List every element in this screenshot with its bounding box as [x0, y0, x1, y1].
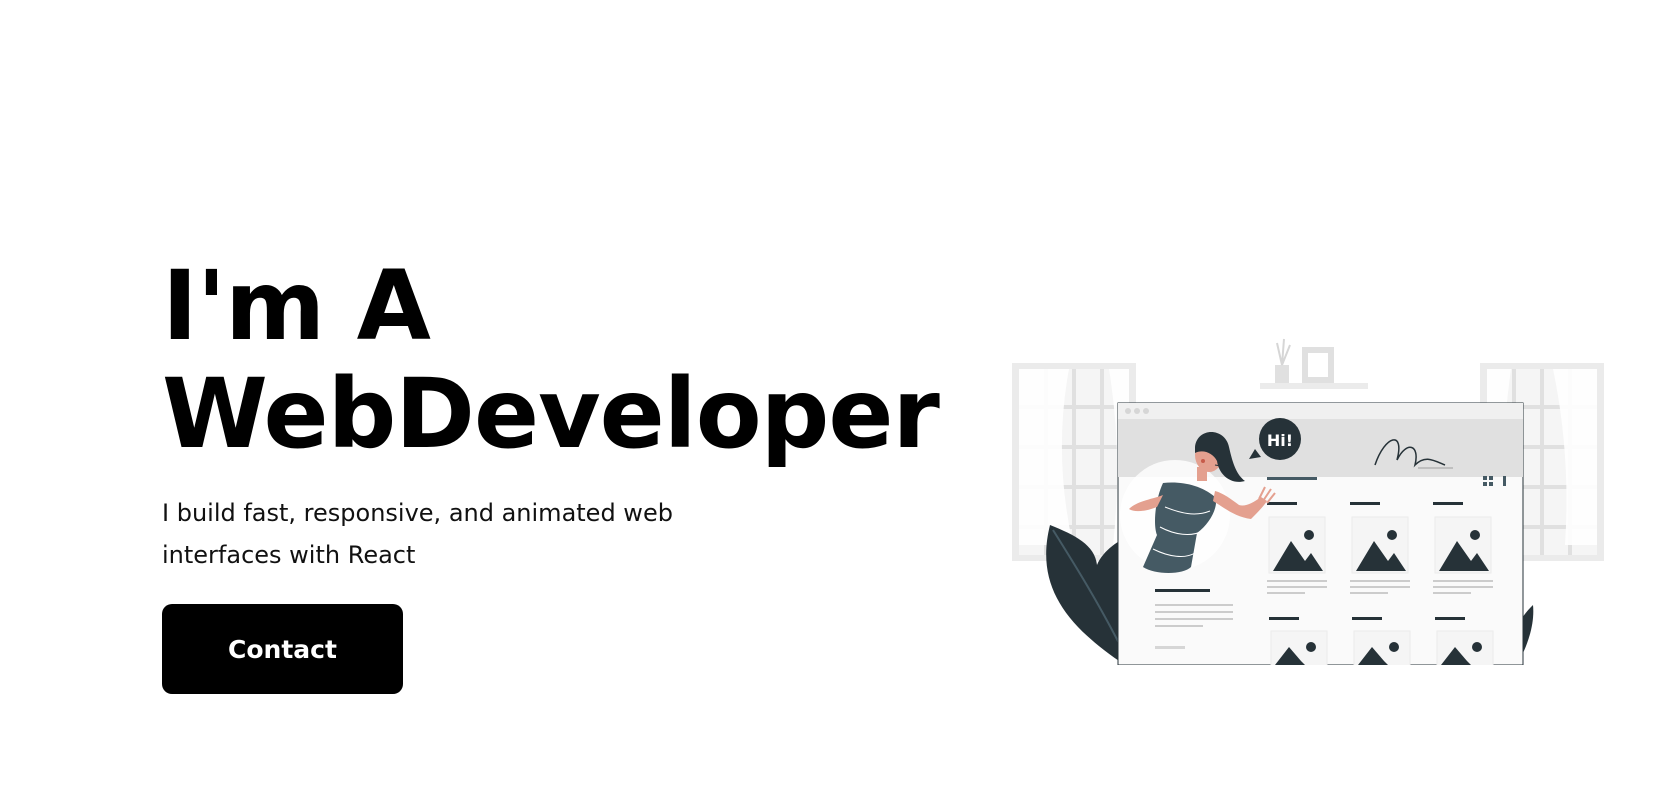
shelf-graphic — [1260, 338, 1368, 389]
hero-page: I'm A WebDeveloper I build fast, respons… — [0, 0, 1679, 811]
speech-bubble-text: Hi! — [1267, 431, 1293, 450]
hero-title-line-1: I'm A — [162, 250, 431, 362]
hero-subtitle: I build fast, responsive, and animated w… — [162, 499, 673, 569]
left-window-graphic — [1012, 363, 1136, 561]
web-developer-illustration: Hi! — [1012, 338, 1604, 665]
hero-text-block: I'm A WebDeveloper I build fast, respons… — [162, 252, 962, 576]
contact-button[interactable]: Contact — [162, 604, 403, 694]
hero-title-line-2: WebDeveloper — [162, 358, 940, 470]
hero-title: I'm A WebDeveloper — [162, 252, 962, 468]
